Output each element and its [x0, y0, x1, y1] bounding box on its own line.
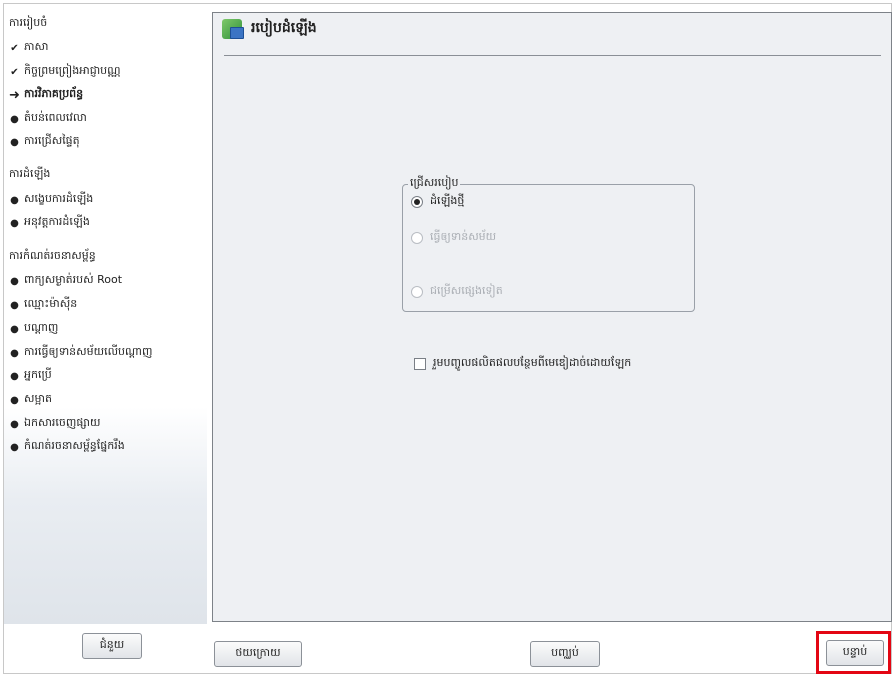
radio-unselected-icon [411, 286, 423, 298]
bullet-icon: ● [10, 217, 19, 229]
sidebar-item-desktop-selection: ● ការជ្រើសផ្ទៃតុ [9, 134, 80, 150]
sidebar-item-license: ✔ កិច្ចព្រមព្រៀងអាជ្ញាបណ្ណ [9, 64, 121, 80]
radio-update: ធ្វើឲ្យទាន់សម័យ [411, 230, 496, 246]
bullet-icon: ● [10, 194, 19, 206]
sidebar-item-root-password: ● ពាក្យសម្ងាត់របស់ Root [9, 273, 122, 289]
radio-other-options: ជម្រើសផ្សេងទៀត [411, 284, 503, 300]
sidebar-item-label: ឈ្មោះម៉ាស៊ីន [24, 297, 78, 310]
sidebar-item-hardware-config: ● កំណត់រចនាសម្ព័ន្ធផ្នែករឹង [9, 439, 125, 455]
sidebar-heading-configuration: ការកំណត់រចនាសម្ព័ន្ធ [9, 249, 96, 262]
bullet-icon: ● [10, 275, 19, 287]
main-panel: របៀបដំឡើង ជ្រើសរបៀប ដំឡើងថ្មី ធ្វើឲ្យទាន… [212, 12, 892, 622]
header-divider [224, 55, 881, 56]
installation-mode-icon [222, 18, 244, 39]
mode-selection-group: ជ្រើសរបៀប ដំឡើងថ្មី ធ្វើឲ្យទាន់សម័យ ជម្រ… [402, 176, 695, 312]
sidebar-item-online-update: ● ការធ្វើឲ្យទាន់សម័យលើបណ្ដាញ [9, 345, 152, 361]
bullet-icon: ● [10, 394, 19, 406]
sidebar-item-label: ការវិភាគប្រព័ន្ធ [24, 87, 84, 100]
addon-products-checkbox[interactable] [414, 358, 426, 370]
sidebar-item-label: កិច្ចព្រមព្រៀងអាជ្ញាបណ្ណ [24, 64, 121, 77]
sidebar-item-label: អនុវត្តការដំឡើង [24, 215, 90, 228]
sidebar: ការរៀបចំ ✔ ភាសា ✔ កិច្ចព្រមព្រៀងអាជ្ញាបណ… [4, 4, 207, 624]
sidebar-item-label: បណ្ដាញ [24, 321, 59, 334]
sidebar-item-label: សម្អាត [24, 392, 52, 405]
checkmark-icon: ✔ [10, 66, 19, 78]
radio-label: ជម្រើសផ្សេងទៀត [430, 284, 503, 297]
page-title: របៀបដំឡើង [251, 20, 317, 36]
sidebar-item-install-summary: ● សង្ខេបការដំឡើង [9, 192, 93, 208]
sidebar-item-label: ឯកសារចេញផ្សាយ [24, 416, 101, 429]
sidebar-item-label: អ្នកប្រើ [24, 368, 52, 381]
bullet-icon: ● [10, 441, 19, 453]
sidebar-item-label: ការជ្រើសផ្ទៃតុ [24, 134, 80, 147]
sidebar-item-language: ✔ ភាសា [9, 40, 48, 56]
sidebar-item-label: ពាក្យសម្ងាត់របស់ Root [24, 273, 123, 286]
bullet-icon: ● [10, 418, 19, 430]
mode-group-legend: ជ្រើសរបៀប [408, 176, 461, 192]
sidebar-heading-installation: ការដំឡើង [9, 167, 51, 180]
sidebar-item-label: កំណត់រចនាសម្ព័ន្ធផ្នែករឹង [24, 439, 125, 452]
sidebar-item-release-notes: ● ឯកសារចេញផ្សាយ [9, 416, 100, 432]
checkmark-icon: ✔ [10, 42, 19, 54]
next-button-highlight [816, 631, 891, 674]
radio-selected-icon[interactable] [411, 196, 423, 208]
bullet-icon: ● [10, 370, 19, 382]
bullet-icon: ● [10, 323, 19, 335]
sidebar-item-label: សង្ខេបការដំឡើង [24, 192, 94, 205]
sidebar-item-system-analysis: ➜ ការវិភាគប្រព័ន្ធ [9, 87, 83, 103]
back-button[interactable]: ថយក្រោយ [214, 641, 302, 667]
sidebar-item-label: តំបន់ពេលវេលា [24, 111, 87, 124]
sidebar-item-clean-up: ● សម្អាត [9, 392, 52, 408]
radio-unselected-icon [411, 232, 423, 244]
sidebar-item-perform-install: ● អនុវត្តការដំឡើង [9, 215, 90, 231]
sidebar-item-label: ភាសា [24, 40, 49, 53]
sidebar-item-label: ការធ្វើឲ្យទាន់សម័យលើបណ្ដាញ [24, 345, 153, 358]
sidebar-item-timezone: ● តំបន់ពេលវេលា [9, 111, 87, 127]
addon-products-checkbox-row[interactable]: រួមបញ្ចូលផលិតផលបន្ថែមពីមេឌៀដាច់ដោយឡែក [414, 356, 631, 372]
arrow-right-icon: ➜ [9, 87, 20, 103]
bullet-icon: ● [10, 299, 19, 311]
addon-products-label: រួមបញ្ចូលផលិតផលបន្ថែមពីមេឌៀដាច់ដោយឡែក [433, 356, 632, 369]
page-header: របៀបដំឡើង [222, 18, 317, 39]
radio-label: ដំឡើងថ្មី [430, 194, 465, 207]
radio-label: ធ្វើឲ្យទាន់សម័យ [430, 230, 497, 243]
bullet-icon: ● [10, 113, 19, 125]
sidebar-item-network: ● បណ្ដាញ [9, 321, 58, 337]
bullet-icon: ● [10, 347, 19, 359]
bullet-icon: ● [10, 136, 19, 148]
sidebar-item-users: ● អ្នកប្រើ [9, 368, 52, 384]
help-button[interactable]: ជំនួយ [82, 633, 142, 659]
abort-button[interactable]: បញ្ឈប់ [530, 641, 600, 667]
radio-new-installation[interactable]: ដំឡើងថ្មី [411, 194, 464, 210]
sidebar-item-hostname: ● ឈ្មោះម៉ាស៊ីន [9, 297, 77, 313]
sidebar-heading-preparation: ការរៀបចំ [9, 16, 48, 29]
